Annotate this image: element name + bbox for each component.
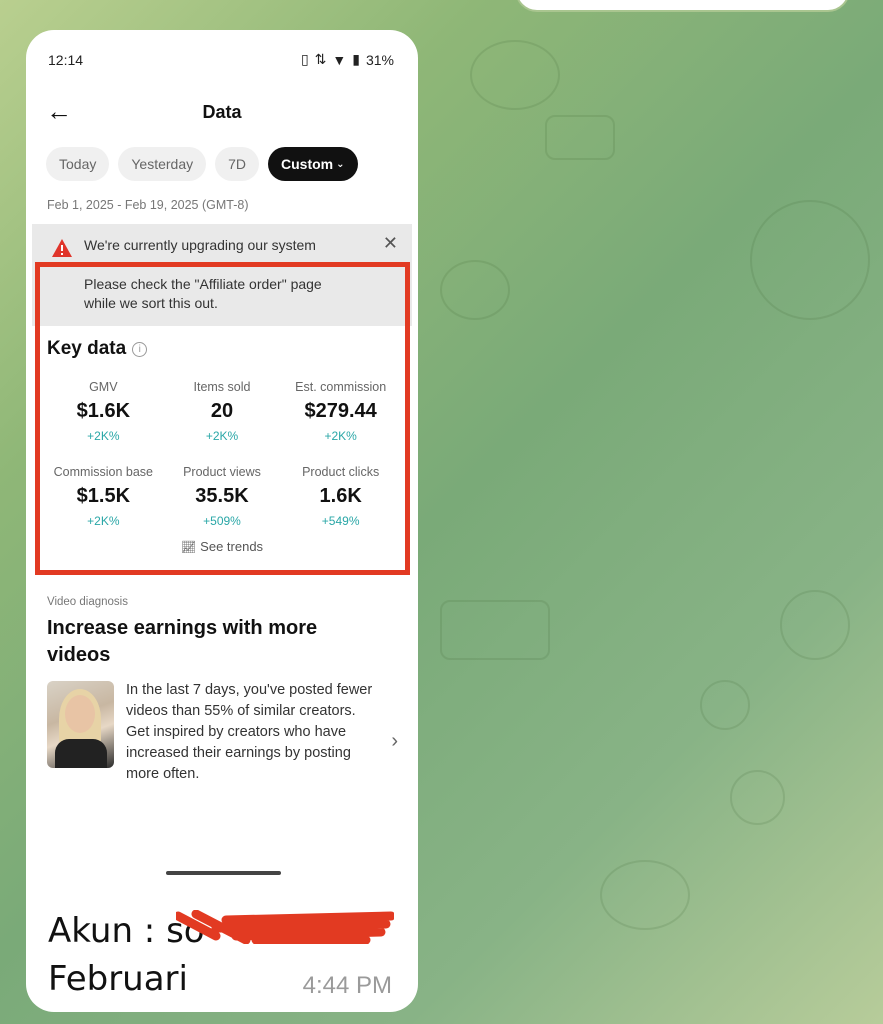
redaction-scribble <box>176 910 394 944</box>
alert-hidden-line <box>84 256 372 275</box>
see-trends-label: See trends <box>200 539 264 554</box>
metric-label: Items sold <box>193 380 251 394</box>
metric-value: 1.6K <box>319 485 362 507</box>
metric-items-sold[interactable]: Items sold 20 +2K% <box>163 380 282 443</box>
metric-value: $1.5K <box>76 485 131 507</box>
background-doodle <box>440 600 550 660</box>
key-metrics-grid: GMV $1.6K +2K% Items sold 20 +2K% Est. c… <box>44 380 400 528</box>
page-title: Data <box>202 102 242 122</box>
background-doodle <box>750 200 870 320</box>
alert-line: We're currently upgrading our system <box>84 237 316 253</box>
metric-delta: +2K% <box>205 429 239 443</box>
battery-level: 31% <box>365 51 394 68</box>
metric-est-commission[interactable]: Est. commission $279.44 +2K% <box>281 380 400 443</box>
message-bubble[interactable]: 12:14 ▯ ⇅ ▼ ▮ 31% ← Data Today Yesterday… <box>26 30 418 1012</box>
signal-icon: ⇅ <box>314 51 327 67</box>
home-indicator <box>166 871 281 875</box>
key-data-heading: Key data i <box>47 338 148 360</box>
previous-message-bubble <box>515 0 850 12</box>
metric-label: GMV <box>89 380 118 394</box>
video-diagnosis-kicker: Video diagnosis <box>47 596 128 608</box>
video-diagnosis-title: Increase earnings with more videos <box>47 617 318 666</box>
vibrate-icon: ▯ <box>300 51 309 67</box>
metric-gmv[interactable]: GMV $1.6K +2K% <box>44 380 163 443</box>
video-thumbnail[interactable] <box>47 681 114 768</box>
background-doodle <box>600 860 690 930</box>
thumbnail-body <box>55 739 107 768</box>
background-doodle <box>700 680 750 730</box>
warning-icon <box>52 239 72 257</box>
metric-product-clicks[interactable]: Product clicks 1.6K +549% <box>281 465 400 528</box>
chip-label: Today <box>59 156 97 172</box>
wifi-icon: ▼ <box>332 51 347 68</box>
metric-label: Product clicks <box>302 465 380 479</box>
metric-value: $1.6K <box>76 400 131 422</box>
metric-delta: +2K% <box>324 429 357 443</box>
video-diagnosis-body: In the last 7 days, you've posted fewer … <box>126 682 373 782</box>
trend-chart-icon: 📈︎ <box>180 540 197 554</box>
status-bar: 12:14 ▯ ⇅ ▼ ▮ 31% <box>26 30 418 90</box>
chip-label: Yesterday <box>131 156 194 172</box>
system-alert-banner: We're currently upgrading our system Ple… <box>32 224 412 326</box>
date-range: Feb 1, 2025 - Feb 19, 2025 (GMT-8) <box>47 198 249 212</box>
metric-value: 20 <box>210 400 234 422</box>
background-doodle <box>440 260 510 320</box>
key-data-title: Key data <box>47 338 127 359</box>
message-timestamp: 4:44 PM <box>302 972 392 999</box>
battery-icon: ▮ <box>352 51 360 67</box>
background-doodle <box>730 770 785 825</box>
filter-chip-7d[interactable]: 7D <box>215 147 260 181</box>
metric-delta: +2K% <box>87 514 120 528</box>
chevron-down-icon: ⌄ <box>336 158 345 170</box>
status-time: 12:14 <box>48 52 84 68</box>
background-doodle <box>545 115 615 160</box>
message-line: Februari <box>48 959 188 999</box>
date-filter-chips: Today Yesterday 7D Custom ⌄ <box>46 147 358 181</box>
chip-label: 7D <box>228 156 247 172</box>
metric-label: Product views <box>183 465 261 479</box>
metric-delta: +549% <box>321 514 360 528</box>
background-doodle <box>780 590 850 660</box>
filter-chip-today[interactable]: Today <box>46 147 110 181</box>
metric-product-views[interactable]: Product views 35.5K +509% <box>163 465 282 528</box>
metric-label: Est. commission <box>295 380 387 394</box>
chip-label: Custom <box>281 156 334 172</box>
chevron-right-icon[interactable]: › <box>391 730 398 753</box>
alert-line: Please check the "Affiliate order" page <box>84 275 322 292</box>
metric-value: 35.5K <box>195 485 249 507</box>
see-trends-link[interactable]: 📈︎ See trends <box>26 539 418 554</box>
thumbnail-face <box>65 695 95 733</box>
close-icon[interactable]: ✕ <box>383 233 398 254</box>
top-nav: ← Data <box>26 94 418 130</box>
metric-label: Commission base <box>53 465 153 479</box>
metric-delta: +2K% <box>87 429 120 443</box>
filter-chip-yesterday[interactable]: Yesterday <box>118 147 207 181</box>
background-doodle <box>470 40 560 110</box>
status-icons: ▯ ⇅ ▼ ▮ 31% <box>301 51 394 68</box>
filter-chip-custom[interactable]: Custom ⌄ <box>268 147 358 181</box>
info-icon[interactable]: i <box>132 341 148 357</box>
alert-line: while we sort this out. <box>84 295 218 311</box>
metric-delta: +509% <box>203 514 241 528</box>
metric-commission-base[interactable]: Commission base $1.5K +2K% <box>44 465 163 528</box>
metric-value: $279.44 <box>304 400 377 422</box>
